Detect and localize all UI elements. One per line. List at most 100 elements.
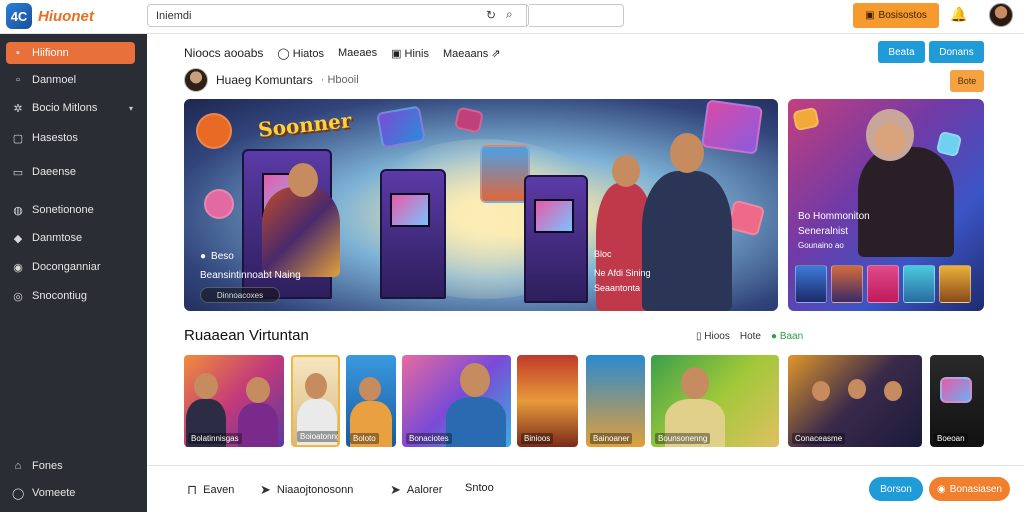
floating-card: [726, 199, 766, 237]
card-caption: Boioatonng: [297, 431, 338, 442]
chevron-down-icon: ▾: [128, 103, 133, 113]
settings-icon: ◯: [12, 487, 25, 500]
floating-card: [453, 106, 485, 134]
sidebar-item-label: Sonetionone: [32, 204, 94, 216]
sidebar-item-9[interactable]: ⌂ Fones: [6, 455, 135, 477]
sidebar-item-7[interactable]: ◉ Doconganniar: [6, 256, 135, 278]
refresh-icon[interactable]: ↻: [486, 8, 496, 22]
subnav-item-3[interactable]: ▣ Hinis: [391, 47, 429, 60]
sidebar-item-label: Doconganniar: [32, 261, 101, 273]
face: [194, 373, 218, 399]
sidebar-item-5[interactable]: ◍ Sonetionone: [6, 199, 135, 221]
bottom-action-bar: ⊓ Eaven ➤ Niaaojtonosonn ➤ Aalorer Sntoo…: [147, 465, 1024, 512]
arcade-machine: [380, 169, 446, 299]
sidebar-item-1[interactable]: ▫ Danmoel: [6, 69, 135, 91]
small-action-button[interactable]: Bote: [950, 70, 984, 92]
search-extension[interactable]: [529, 4, 624, 27]
portrait-card: [700, 99, 764, 155]
search-divider: [526, 5, 527, 26]
bottom-item-label: Niaaojtonosonn: [276, 484, 354, 496]
room-card[interactable]: Bonaciotes: [402, 355, 511, 447]
thumbnail[interactable]: [867, 265, 899, 303]
thumbnail[interactable]: [831, 265, 863, 303]
bottom-cta-button[interactable]: ◉ Bonasiasen: [929, 477, 1010, 501]
sidebar-item-8[interactable]: ◎ Snocontiug: [6, 285, 135, 307]
bell-icon[interactable]: 🔔: [950, 6, 967, 23]
sidebar-item-2[interactable]: ✲ Bocio Mitlons ▾: [6, 97, 135, 119]
sidebar-item-label: Snocontiug: [32, 290, 88, 302]
face: [812, 381, 830, 401]
app-logo[interactable]: 4C Hiuonet: [6, 3, 94, 29]
subnav-item-1[interactable]: ◯ Hiatos: [277, 47, 324, 60]
user-avatar[interactable]: [989, 3, 1013, 27]
top-cta-button[interactable]: ▣ Bosisostos: [853, 3, 939, 28]
room-card[interactable]: Bainoaner: [586, 355, 645, 447]
home-icon: ⌂: [14, 460, 22, 472]
sidebar-item-label: Bocio Mitlons: [32, 102, 98, 114]
bottom-item-label: Eaven: [203, 484, 235, 496]
thumbnail[interactable]: [795, 265, 827, 303]
hero-line3: Seaantonta: [594, 283, 641, 293]
sidebar-item-10[interactable]: ◯ Vomeete: [6, 482, 135, 504]
game-icon: ◆: [13, 232, 23, 245]
floating-card: [935, 130, 963, 158]
room-avatar[interactable]: [184, 68, 208, 92]
hero-pill[interactable]: Dinnoacoxes: [200, 287, 280, 303]
cta-icon: ▣: [865, 10, 875, 21]
side-feature-card[interactable]: Bo Hommoniton Seneralnist Gounaino ao: [788, 99, 984, 311]
face: [460, 363, 490, 397]
bottom-item-2[interactable]: ➤ Aalorer: [390, 482, 442, 498]
sidebar-item-label: Fones: [32, 460, 63, 472]
card-caption: Binioos: [521, 433, 554, 444]
face: [359, 377, 381, 401]
card-caption: Conaceasme: [792, 433, 846, 444]
subnav-item-0[interactable]: Nioocs aooabs: [184, 46, 263, 60]
hero-meta-right: Bloc Ne Afdi Sining Seaantonta: [594, 249, 651, 298]
section-link-2[interactable]: ● Baan: [771, 331, 803, 342]
sidebar-item-4[interactable]: ▭ Daeense: [6, 161, 135, 183]
check-icon: ●: [770, 331, 780, 342]
room-card[interactable]: Boeoan: [930, 355, 984, 447]
bottom-item-label: Sntoo: [465, 482, 494, 494]
room-card[interactable]: Conaceasme: [788, 355, 922, 447]
room-card[interactable]: Bounsonenng: [651, 355, 779, 447]
bottom-item-3[interactable]: Sntoo: [465, 482, 494, 494]
floating-card: [792, 106, 820, 132]
primary-button-2[interactable]: Donans: [929, 41, 984, 63]
room-card[interactable]: Binioos: [517, 355, 578, 447]
bottom-primary-button[interactable]: Borson: [869, 477, 923, 501]
subnav-item-2[interactable]: Maeaes: [338, 47, 377, 59]
primary-button-1[interactable]: Beata: [878, 41, 925, 63]
thumbnail[interactable]: [903, 265, 935, 303]
sidebar-item-label: Danmtose: [32, 232, 83, 244]
section-link-1[interactable]: Hote: [740, 331, 761, 342]
bottom-cta-label: Bonasiasen: [949, 483, 1002, 495]
card-caption: Boeoan: [934, 433, 968, 444]
main-content: Nioocs aooabs ◯ Hiatos Maeaes ▣ Hinis Ma…: [147, 34, 1024, 512]
sidebar-item-0[interactable]: ▪ Hiifionn: [6, 42, 135, 64]
room-card[interactable]: Boioatonng: [291, 355, 340, 447]
sidebar-item-3[interactable]: ▢ Hasestos: [6, 127, 135, 149]
bottom-item-0[interactable]: ⊓ Eaven: [187, 482, 234, 498]
thumbnail[interactable]: [939, 265, 971, 303]
subnav-item-4[interactable]: Maeaans ⇗: [443, 47, 501, 60]
sidebar-item-6[interactable]: ◆ Danmtose: [6, 227, 135, 249]
sidebar-item-label: Daeense: [32, 166, 77, 178]
room-card[interactable]: Boloto: [346, 355, 396, 447]
body: [446, 397, 506, 447]
section-link-0[interactable]: ▯ Hioos: [696, 331, 730, 342]
image-icon: ▪: [16, 47, 20, 59]
frame-icon: ▢: [12, 132, 24, 145]
bottom-item-1[interactable]: ➤ Niaaojtonosonn: [260, 482, 353, 498]
room-card[interactable]: Bolatinnisgas: [184, 355, 284, 447]
face: [246, 377, 270, 403]
floating-card: [940, 377, 972, 403]
chat-icon: ◯: [277, 47, 293, 60]
body: [238, 403, 278, 447]
hero-banner[interactable]: Soonner ● Beso Beansintinnoabt Naing Dinn…: [184, 99, 778, 311]
search-icon[interactable]: ⌕: [506, 7, 513, 22]
search-input[interactable]: [156, 9, 476, 22]
square-icon: ▫: [16, 74, 20, 86]
hero-meta-left: ● Beso Beansintinnoabt Naing Dinnoacoxes: [200, 249, 301, 303]
person-head: [670, 133, 704, 173]
